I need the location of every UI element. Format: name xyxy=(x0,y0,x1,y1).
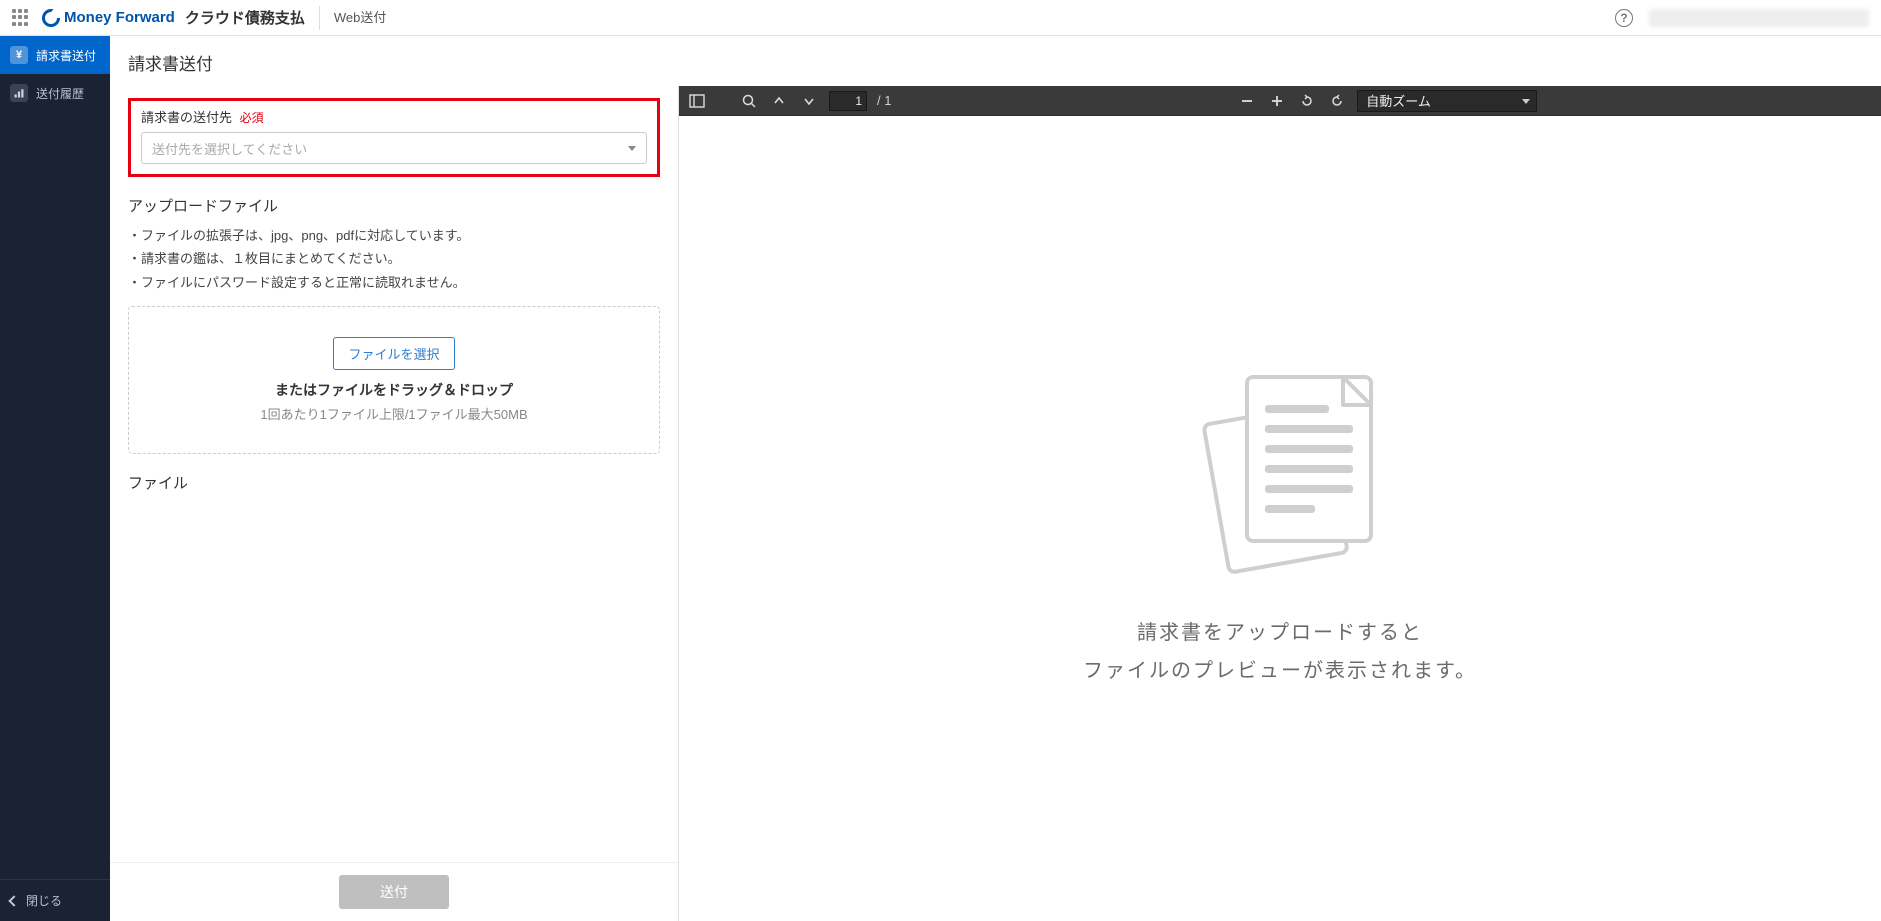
dropzone-drag-text: またはファイルをドラッグ＆ドロップ xyxy=(149,380,639,400)
pdf-viewer: / 1 自動ズーム xyxy=(679,86,1881,921)
sidebar-collapse-button[interactable]: 閉じる xyxy=(0,880,110,921)
submit-button[interactable]: 送付 xyxy=(339,875,449,909)
dropzone-limit-text: 1回あたり1ファイル上限/1ファイル最大50MB xyxy=(149,404,639,423)
chevron-down-icon xyxy=(628,146,636,151)
search-icon[interactable] xyxy=(739,91,759,111)
zoom-in-icon[interactable] xyxy=(1267,91,1287,111)
file-section-title: ファイル xyxy=(128,472,660,493)
chevron-down-icon xyxy=(1522,99,1530,104)
logo: Money Forward クラウド債務支払 xyxy=(42,7,305,28)
zoom-select-label: 自動ズーム xyxy=(1366,91,1431,110)
page-title: 請求書送付 xyxy=(110,36,1881,86)
file-dropzone[interactable]: ファイルを選択 またはファイルをドラッグ＆ドロップ 1回あたり1ファイル上限/1… xyxy=(128,306,660,454)
sidebar-item-label: 送付履歴 xyxy=(36,85,84,102)
viewer-toolbar: / 1 自動ズーム xyxy=(679,86,1881,116)
top-header: Money Forward クラウド債務支払 Web送付 ? xyxy=(0,0,1881,36)
zoom-select[interactable]: 自動ズーム xyxy=(1357,90,1537,112)
destination-label: 請求書の送付先 必須 xyxy=(141,107,647,126)
empty-line-2: ファイルのプレビューが表示されます。 xyxy=(1083,652,1477,690)
history-icon xyxy=(10,84,28,102)
apps-grid-icon[interactable] xyxy=(12,9,30,27)
destination-highlight: 請求書の送付先 必須 送付先を選択してください xyxy=(128,98,660,177)
toggle-sidebar-icon[interactable] xyxy=(687,91,707,111)
sidebar-item-label: 請求書送付 xyxy=(36,47,96,64)
upload-note: ファイルにパスワード設定すると正常に読取れません。 xyxy=(128,271,660,294)
logo-mark-icon xyxy=(42,9,60,27)
sidebar-item-invoice-send[interactable]: ¥ 請求書送付 xyxy=(0,36,110,74)
form-panel: 請求書の送付先 必須 送付先を選択してください アップロードファイル ファイルの… xyxy=(110,86,679,921)
help-icon[interactable]: ? xyxy=(1615,9,1633,27)
sub-product-label: Web送付 xyxy=(319,6,387,30)
upload-note: 請求書の鑑は、１枚目にまとめてください。 xyxy=(128,247,660,270)
upload-notes: ファイルの拡張子は、jpg、png、pdfに対応しています。 請求書の鑑は、１枚… xyxy=(128,224,660,294)
account-area[interactable] xyxy=(1649,9,1869,27)
required-tag: 必須 xyxy=(240,111,264,125)
sidebar: ¥ 請求書送付 送付履歴 閉じる xyxy=(0,36,110,921)
product-name: クラウド債務支払 xyxy=(185,7,305,28)
sidebar-close-label: 閉じる xyxy=(26,892,62,909)
upload-note: ファイルの拡張子は、jpg、png、pdfに対応しています。 xyxy=(128,224,660,247)
upload-section-title: アップロードファイル xyxy=(128,195,660,216)
page-number-input[interactable] xyxy=(829,91,867,111)
rotate-ccw-icon[interactable] xyxy=(1327,91,1347,111)
destination-placeholder: 送付先を選択してください xyxy=(152,139,307,158)
yen-icon: ¥ xyxy=(10,46,28,64)
chevron-left-icon xyxy=(8,895,19,906)
sidebar-item-send-history[interactable]: 送付履歴 xyxy=(0,74,110,112)
document-placeholder-icon xyxy=(1175,347,1385,580)
viewer-empty-state: 請求書をアップロードすると ファイルのプレビューが表示されます。 xyxy=(679,116,1881,921)
next-page-icon[interactable] xyxy=(799,91,819,111)
logo-text: Money Forward xyxy=(64,9,175,26)
page-total: / 1 xyxy=(877,93,891,108)
prev-page-icon[interactable] xyxy=(769,91,789,111)
empty-line-1: 請求書をアップロードすると xyxy=(1083,614,1477,652)
choose-file-button[interactable]: ファイルを選択 xyxy=(333,337,454,370)
rotate-cw-icon[interactable] xyxy=(1297,91,1317,111)
zoom-out-icon[interactable] xyxy=(1237,91,1257,111)
destination-select[interactable]: 送付先を選択してください xyxy=(141,132,647,164)
